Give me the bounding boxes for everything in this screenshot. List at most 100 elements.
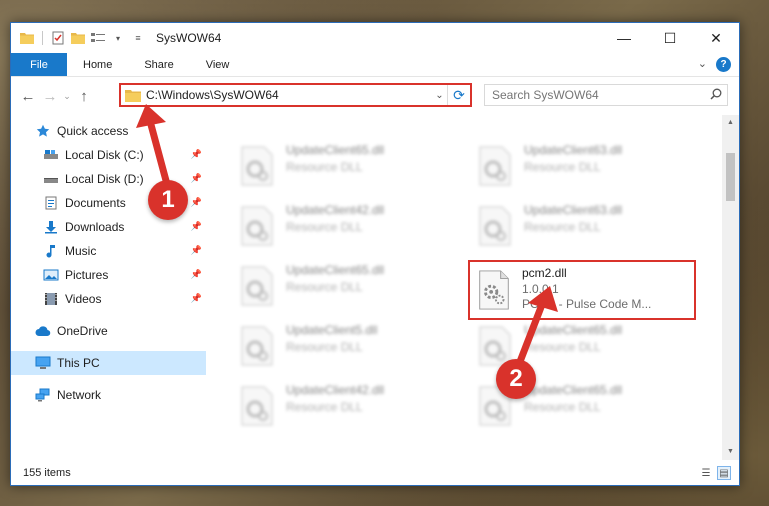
nav-downloads[interactable]: Downloads 📌 [11, 215, 206, 239]
minimize-button[interactable]: — [601, 23, 647, 53]
star-icon [35, 123, 51, 139]
search-icon[interactable] [705, 88, 727, 103]
pin-icon[interactable]: 📌 [191, 221, 202, 232]
folder-icon [125, 89, 141, 102]
pin-icon[interactable]: 📌 [191, 149, 202, 160]
file-tile[interactable]: UpdateClient65.dll Resource DLL [236, 143, 461, 193]
tab-share[interactable]: Share [128, 53, 189, 76]
nav-label: Videos [65, 292, 102, 306]
dll-file-icon [236, 385, 278, 427]
scrollbar-thumb[interactable] [726, 153, 735, 201]
videos-icon [43, 291, 59, 307]
pin-icon[interactable]: 📌 [191, 293, 202, 304]
close-button[interactable]: ✕ [693, 23, 739, 53]
highlighted-file-tile[interactable]: pcm2.dll 1.0.0.1 PCM2 - Pulse Code M... [468, 260, 696, 320]
vertical-scrollbar[interactable]: ▲ ▼ [722, 115, 739, 460]
view-options-icon[interactable] [90, 30, 106, 46]
cloud-icon [35, 323, 51, 339]
file-description: Resource DLL [524, 340, 601, 354]
drive-icon [43, 147, 59, 163]
details-view-icon[interactable]: ☰ [699, 466, 713, 480]
nav-label: Downloads [65, 220, 125, 234]
file-description: Resource DLL [286, 160, 363, 174]
tab-view[interactable]: View [190, 53, 246, 76]
file-tile[interactable]: UpdateClient42.dll Resource DLL [236, 203, 461, 253]
file-description: Resource DLL [286, 220, 363, 234]
file-tile[interactable]: UpdateClient42.dll Resource DLL [236, 383, 461, 433]
nav-label: Quick access [57, 124, 129, 138]
up-arrow-icon[interactable]: ↑ [73, 88, 95, 105]
view-switcher: ☰ ▤ [699, 466, 731, 480]
scroll-down-icon[interactable]: ▼ [722, 444, 739, 460]
customize-toolbar-icon[interactable]: ≡ [130, 30, 146, 46]
step-1-badge: 1 [148, 180, 188, 220]
pin-icon[interactable]: 📌 [191, 245, 202, 256]
address-path: C:\Windows\SysWOW64 [146, 88, 279, 102]
nav-label: OneDrive [57, 324, 108, 338]
file-name: UpdateClient65.dll [524, 383, 623, 397]
address-bar[interactable]: C:\Windows\SysWOW64 ⌄ ⟳ [119, 83, 472, 107]
file-name: UpdateClient5.dll [286, 323, 378, 337]
dll-file-icon [236, 265, 278, 307]
file-name: UpdateClient65.dll [524, 323, 623, 337]
maximize-button[interactable]: ☐ [647, 23, 693, 53]
nav-music[interactable]: Music 📌 [11, 239, 206, 263]
forward-arrow-icon[interactable]: → [39, 88, 61, 105]
file-list: UpdateClient65.dll Resource DLL UpdateCli… [211, 115, 721, 460]
nav-pictures[interactable]: Pictures 📌 [11, 263, 206, 287]
file-name: UpdateClient63.dll [524, 203, 623, 217]
file-description: PCM2 - Pulse Code M... [522, 297, 652, 311]
refresh-icon[interactable]: ⟳ [448, 87, 470, 104]
documents-icon [43, 195, 59, 211]
expand-ribbon-icon[interactable]: ⌄ [698, 57, 707, 70]
file-tile[interactable]: UpdateClient63.dll Resource DLL [474, 203, 699, 253]
drive-icon [43, 171, 59, 187]
file-name: UpdateClient63.dll [524, 143, 623, 157]
nav-label: Pictures [65, 268, 109, 282]
nav-videos[interactable]: Videos 📌 [11, 287, 206, 311]
file-tile[interactable]: UpdateClient5.dll Resource DLL [236, 323, 461, 373]
nav-quick-access[interactable]: Quick access [11, 119, 206, 143]
file-name: UpdateClient42.dll [286, 203, 385, 217]
search-box[interactable] [484, 84, 728, 106]
pin-icon[interactable]: 📌 [191, 269, 202, 280]
address-row: ← → ⌄ ↑ C:\Windows\SysWOW64 ⌄ ⟳ [11, 81, 739, 111]
tiles-view-icon[interactable]: ▤ [717, 466, 731, 480]
toolbar-divider [42, 31, 43, 45]
tab-file[interactable]: File [11, 53, 67, 76]
scroll-up-icon[interactable]: ▲ [722, 115, 739, 131]
tab-home[interactable]: Home [67, 53, 128, 76]
file-description: Resource DLL [524, 160, 601, 174]
help-icon[interactable]: ? [716, 57, 731, 72]
dll-file-icon [236, 325, 278, 367]
properties-icon[interactable] [50, 30, 66, 46]
navigation-pane: Quick access Local Disk (C:) 📌 Local Dis… [11, 115, 206, 460]
file-tile[interactable]: UpdateClient63.dll Resource DLL [474, 143, 699, 193]
chevron-down-icon[interactable]: ▾ [110, 30, 126, 46]
dll-file-icon [474, 145, 516, 187]
pin-icon[interactable]: 📌 [191, 173, 202, 184]
file-description: Resource DLL [286, 400, 363, 414]
file-description: Resource DLL [524, 220, 601, 234]
dll-file-icon [236, 205, 278, 247]
chevron-down-icon[interactable]: ⌄ [432, 85, 448, 105]
search-input[interactable] [492, 88, 705, 102]
file-tile[interactable]: UpdateClient65.dll Resource DLL [236, 263, 461, 313]
back-arrow-icon[interactable]: ← [17, 88, 39, 105]
pin-icon[interactable]: 📌 [191, 197, 202, 208]
ribbon-tabs: File Home Share View ⌄ ? [11, 53, 739, 77]
file-description: Resource DLL [524, 400, 601, 414]
nav-this-pc[interactable]: This PC [11, 351, 206, 375]
folder-icon [19, 30, 35, 46]
nav-network[interactable]: Network [11, 383, 206, 407]
item-count: 155 items [23, 467, 71, 479]
downloads-icon [43, 219, 59, 235]
recent-locations-icon[interactable]: ⌄ [61, 91, 73, 102]
nav-onedrive[interactable]: OneDrive [11, 319, 206, 343]
file-version: 1.0.0.1 [522, 282, 559, 296]
quick-access-toolbar: ▾ ≡ [11, 30, 146, 46]
new-folder-icon[interactable] [70, 30, 86, 46]
nav-local-disk-c[interactable]: Local Disk (C:) 📌 [11, 143, 206, 167]
